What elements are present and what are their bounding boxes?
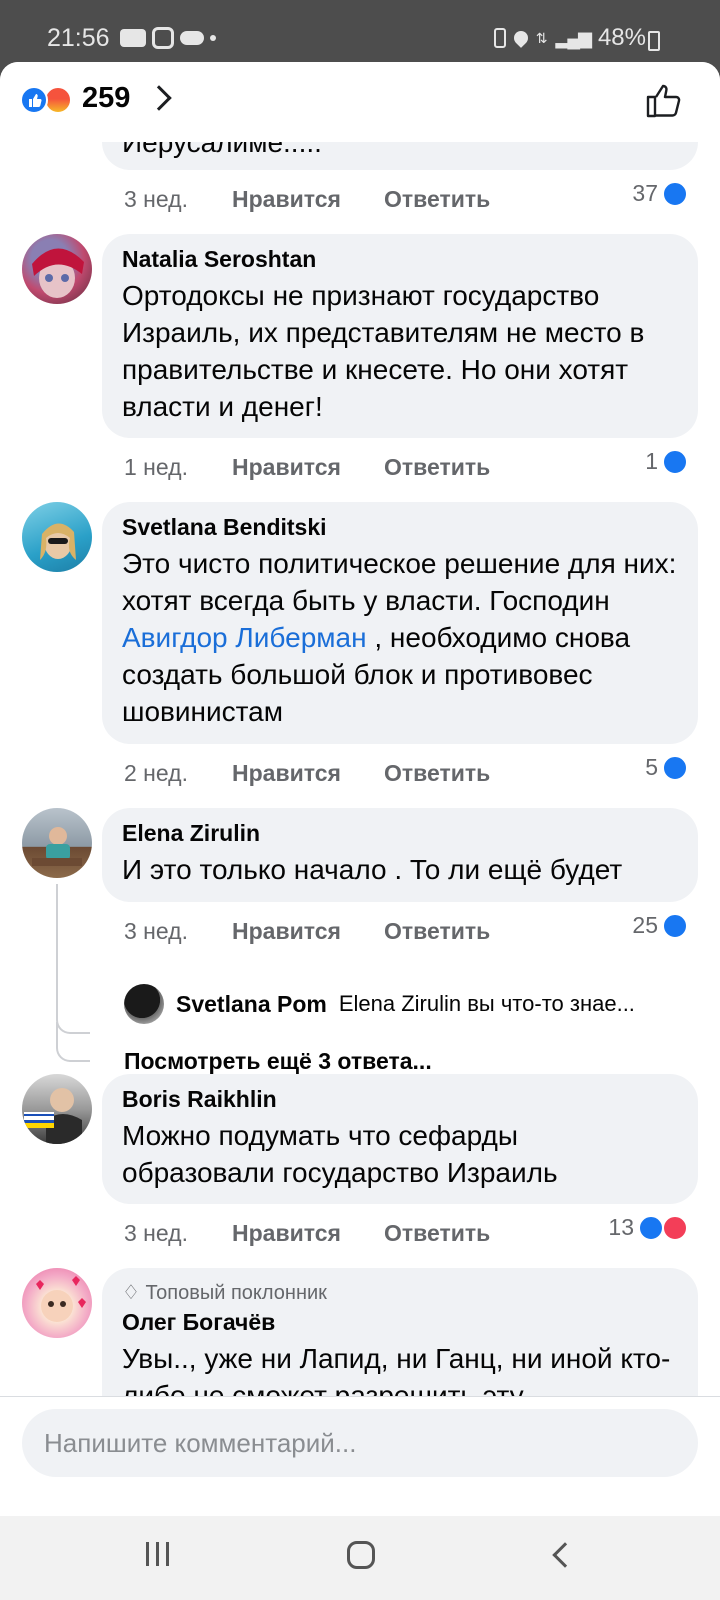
- battery-percent: 48%: [597, 24, 646, 51]
- love-reaction-icon: [662, 1214, 688, 1241]
- like-reaction-icon: [662, 448, 688, 475]
- comment-author[interactable]: Олег Богачёв: [122, 1309, 678, 1336]
- diamond-icon: ♢: [122, 1282, 140, 1304]
- cloud-icon: [180, 31, 204, 45]
- comment-author[interactable]: Svetlana Benditski: [122, 514, 678, 541]
- comment-author[interactable]: Natalia Seroshtan: [122, 246, 678, 273]
- reactions-header: 259: [0, 62, 720, 142]
- reply-button[interactable]: Ответить: [384, 454, 490, 481]
- comment-author[interactable]: Elena Zirulin: [122, 820, 678, 847]
- avatar[interactable]: [22, 808, 92, 878]
- comment-bubble: Elena Zirulin И это только начало . То л…: [102, 808, 698, 902]
- like-button[interactable]: Нравится: [232, 760, 384, 787]
- avatar[interactable]: [22, 234, 92, 304]
- avatar[interactable]: [22, 502, 92, 572]
- top-fan-badge: ♢ Топовый поклонник: [122, 1280, 678, 1305]
- comment-time: 3 нед.: [124, 186, 188, 212]
- status-notification-icons: [120, 27, 216, 49]
- avatar[interactable]: [22, 1268, 92, 1338]
- comment-bubble: Natalia Seroshtan Ортодоксы не признают …: [102, 234, 698, 438]
- system-nav-bar: [0, 1516, 720, 1600]
- avatar[interactable]: [124, 984, 164, 1024]
- comment-time: 3 нед.: [124, 918, 188, 944]
- data-icon: ⇅: [535, 29, 548, 46]
- reaction-count: 13: [608, 1214, 634, 1240]
- reaction-count: 25: [632, 912, 658, 938]
- reply-button[interactable]: Ответить: [384, 186, 490, 213]
- reply-text: Elena Zirulin вы что-то знае...: [338, 991, 635, 1016]
- comment-actions: 3 нед. Нравится Ответить: [124, 186, 490, 213]
- comment-reactions[interactable]: 13: [608, 1214, 688, 1241]
- like-button[interactable]: Нравится: [232, 454, 384, 481]
- comment-reactions[interactable]: 25: [632, 912, 688, 939]
- comment-actions: 3 нед. Нравится Ответить: [124, 1220, 490, 1247]
- reply-button[interactable]: Ответить: [384, 760, 490, 787]
- like-button[interactable]: Нравится: [232, 918, 384, 945]
- comment-bubble: Svetlana Benditski Это чисто политическо…: [102, 502, 698, 744]
- battery-saver-icon: [493, 28, 506, 48]
- comment-text: Ортодоксы не признают государство Израил…: [122, 280, 645, 422]
- reaction-count: 1: [645, 448, 658, 474]
- back-icon[interactable]: [552, 1542, 578, 1568]
- comment-input[interactable]: [22, 1409, 698, 1477]
- avatar[interactable]: [22, 1074, 92, 1144]
- youtube-icon: [120, 29, 146, 47]
- comment-composer: [0, 1396, 720, 1516]
- comment-reactions[interactable]: 5: [645, 754, 688, 781]
- comment-text: И это только начало . То ли ещё будет: [122, 854, 623, 885]
- comment-text: Это чисто политическое решение для них: …: [122, 545, 678, 730]
- like-button[interactable]: Нравится: [232, 1220, 384, 1247]
- reaction-count: 5: [645, 754, 658, 780]
- like-reaction-icon: [638, 1214, 664, 1241]
- home-icon[interactable]: [347, 1541, 375, 1569]
- comment-author[interactable]: Boris Raikhlin: [122, 1086, 678, 1113]
- reply-button[interactable]: Ответить: [384, 918, 490, 945]
- comment-time: 1 нед.: [124, 454, 188, 480]
- reaction-count: 37: [632, 180, 658, 206]
- status-system-icons: ⇅ ▂▄▆ 48%: [493, 24, 646, 52]
- location-icon: [510, 28, 531, 48]
- status-bar: 21:56 ⇅ ▂▄▆ 48%: [0, 0, 720, 62]
- chevron-right-icon[interactable]: [146, 85, 172, 111]
- reaction-count[interactable]: 259: [82, 82, 130, 115]
- like-reaction-icon: [662, 180, 688, 207]
- comment-bubble: Boris Raikhlin Можно подумать что сефард…: [102, 1074, 698, 1204]
- comment-actions: 3 нед. Нравится Ответить: [124, 918, 490, 945]
- comment-actions: 1 нед. Нравится Ответить: [124, 454, 490, 481]
- like-reaction-icon: [662, 754, 688, 781]
- like-outline-icon[interactable]: [644, 80, 684, 120]
- comment-reactions[interactable]: 1: [645, 448, 688, 475]
- comment-time: 3 нед.: [124, 1220, 188, 1246]
- comment-text: Можно подумать что сефарды образовали го…: [122, 1120, 558, 1188]
- thread-connector: [56, 1022, 90, 1062]
- battery-icon: [648, 31, 660, 51]
- dot-icon: [210, 35, 216, 41]
- mention-link[interactable]: Авигдор Либерман: [122, 622, 367, 653]
- app-icon: [152, 27, 174, 49]
- comment-time: 2 нед.: [124, 760, 188, 786]
- view-more-replies-link[interactable]: Посмотреть ещё 3 ответа...: [124, 1048, 432, 1075]
- status-time: 21:56: [47, 24, 110, 52]
- like-reaction-icon: [20, 86, 48, 114]
- like-reaction-icon: [662, 912, 688, 939]
- comments-sheet: 259 Иерусалиме..... 3 нед. Нравится Отве…: [0, 62, 720, 1516]
- angry-reaction-icon: [44, 86, 72, 114]
- reply-author[interactable]: Svetlana Pom: [176, 991, 327, 1018]
- recents-icon[interactable]: [146, 1542, 169, 1566]
- comment-reactions[interactable]: 37: [632, 180, 688, 207]
- comment-actions: 2 нед. Нравится Ответить: [124, 760, 490, 787]
- reply-preview[interactable]: Svetlana Pom Elena Zirulin вы что-то зна…: [124, 984, 635, 1024]
- badge-label: Топовый поклонник: [145, 1282, 327, 1304]
- reply-button[interactable]: Ответить: [384, 1220, 490, 1247]
- thread-connector: [56, 884, 90, 1034]
- signal-icon: ▂▄▆: [555, 27, 592, 48]
- like-button[interactable]: Нравится: [232, 186, 384, 213]
- comment-text-part: Это чисто политическое решение для них: …: [122, 548, 677, 616]
